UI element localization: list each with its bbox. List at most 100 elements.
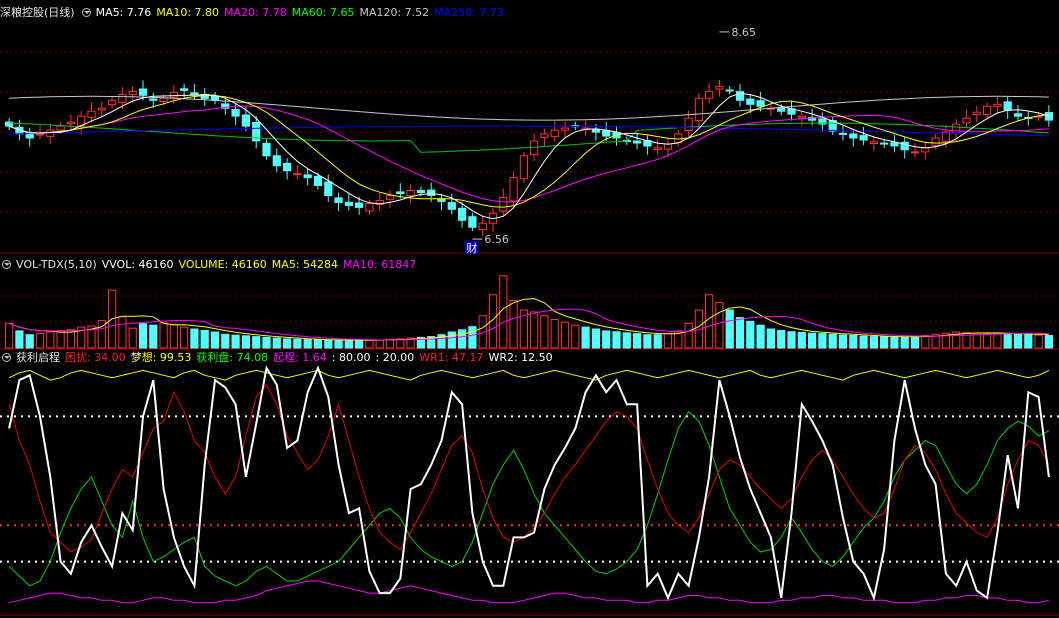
volume-bar-79 [818,333,827,349]
high-price-label: 8.65 [731,26,756,39]
volume-bar-95 [983,333,992,349]
volume-bar-18 [190,328,199,349]
volume-bar-1 [15,330,24,349]
volume-bar-68 [705,294,714,349]
legend-wr1: WR1: 47.17 [419,351,484,364]
candle-body-66 [684,117,693,131]
candle-body-33 [344,201,353,206]
indicator-panel-title: 获利启程 [16,351,60,364]
price-legend: 深粮控股(日线) MA5: 7.76 MA10: 7.80 MA20: 7.78 MA6… [0,5,509,21]
candle-body-6 [66,121,76,125]
candle-body-40 [416,190,425,193]
volume-bar-94 [972,332,981,349]
volume-bar-81 [838,334,848,349]
volume-bar-12 [128,327,137,349]
volume-bar-56 [581,326,590,349]
volume-bar-100 [1034,334,1043,349]
candle-body-35 [365,202,374,212]
candle-body-23 [241,114,251,127]
volume-bar-15 [159,322,168,349]
legend-qicheng: 起程: 1.64 [273,351,327,364]
price-settings-icon[interactable] [81,8,91,17]
candle-body-14 [149,98,158,101]
candle-body-95 [983,105,992,116]
candle-body-20 [210,95,220,101]
stock-chart[interactable]: 8.65 6.56 财 [0,0,1059,618]
volume-bar-76 [787,331,796,349]
volume-bar-74 [766,328,775,349]
candle-body-97 [1003,101,1012,111]
candle-body-28 [293,173,302,176]
volume-bar-80 [828,333,837,349]
legend-ma5: MA5: 7.76 [95,6,152,19]
candle-body-85 [880,142,889,145]
candle-body-68 [705,90,714,99]
candle-body-18 [190,92,199,95]
volume-bar-61 [633,333,642,349]
candle-body-10 [108,99,117,106]
volume-bar-43 [447,331,456,349]
candle-body-75 [777,107,786,112]
candle-body-77 [797,115,806,119]
volume-bar-14 [149,324,158,349]
legend-vol-ma10: MA10: 61847 [343,258,417,271]
candle-body-81 [838,132,848,135]
volume-bar-87 [900,336,909,349]
legend-huolipan: 获利盘: 74.08 [196,351,269,364]
volume-bar-34 [355,339,364,349]
volume-bar-58 [602,330,611,349]
volume-bar-0 [5,322,14,349]
legend-ma250: MA250: 7.73 [434,6,504,19]
volume-bar-55 [571,324,580,349]
candle-body-73 [756,100,765,107]
volume-bar-53 [550,319,559,349]
legend-mengxiang: 梦想: 99.53 [130,351,192,364]
candle-body-32 [334,197,343,203]
volume-bar-24 [252,336,261,349]
candle-body-25 [262,142,271,157]
volume-bar-59 [612,331,621,349]
volume-bar-57 [591,328,600,349]
candle-body-48 [499,197,508,212]
candle-body-30 [313,175,323,186]
volume-bar-82 [849,335,858,349]
candle-body-70 [725,89,734,92]
volume-bar-83 [859,335,868,349]
candle-body-88 [910,151,920,154]
volume-bar-49 [509,300,518,349]
low-price-label: 6.56 [484,233,509,246]
legend-ma10: MA10: 7.80 [156,6,220,19]
volume-bar-84 [869,336,878,349]
volume-bar-30 [313,339,323,349]
volume-bar-99 [1024,334,1033,349]
candle-body-15 [159,97,168,103]
volume-bar-17 [180,326,189,349]
candle-body-93 [962,117,971,124]
volume-settings-icon[interactable] [2,260,11,269]
candle-body-45 [468,216,477,228]
candle-body-101 [1044,112,1054,121]
indicator-mengxiang-line [8,369,1050,381]
candle-body-52 [540,133,549,138]
candle-body-98 [1013,113,1023,117]
indicator-settings-icon[interactable] [2,353,11,362]
legend-ma20: MA20: 7.78 [224,6,287,19]
candle-body-9 [97,107,106,111]
candle-body-92 [952,123,961,134]
volume-bar-26 [272,337,281,349]
volume-bar-37 [385,338,395,349]
candle-body-49 [509,177,518,202]
candle-body-34 [355,202,364,208]
volume-legend: VOL-TDX(5,10) VVOL: 46160 VOLUME: 46160 MA5… [0,257,421,273]
volume-bar-31 [324,339,333,349]
candle-body-11 [118,93,127,104]
volume-bar-21 [221,333,230,349]
volume-bar-13 [138,323,148,349]
legend-volume: VOLUME: 46160 [178,258,267,271]
indicator-legend: 获利启程 困扰: 34.00 梦想: 99.53 获利盘: 74.08 起程: 1.64… [0,350,558,366]
event-marker-label: 财 [466,241,477,255]
volume-bar-97 [1003,333,1012,349]
legend-level-20: : 20.00 [375,351,415,364]
volume-bar-3 [35,333,45,349]
volume-bar-2 [25,334,34,349]
